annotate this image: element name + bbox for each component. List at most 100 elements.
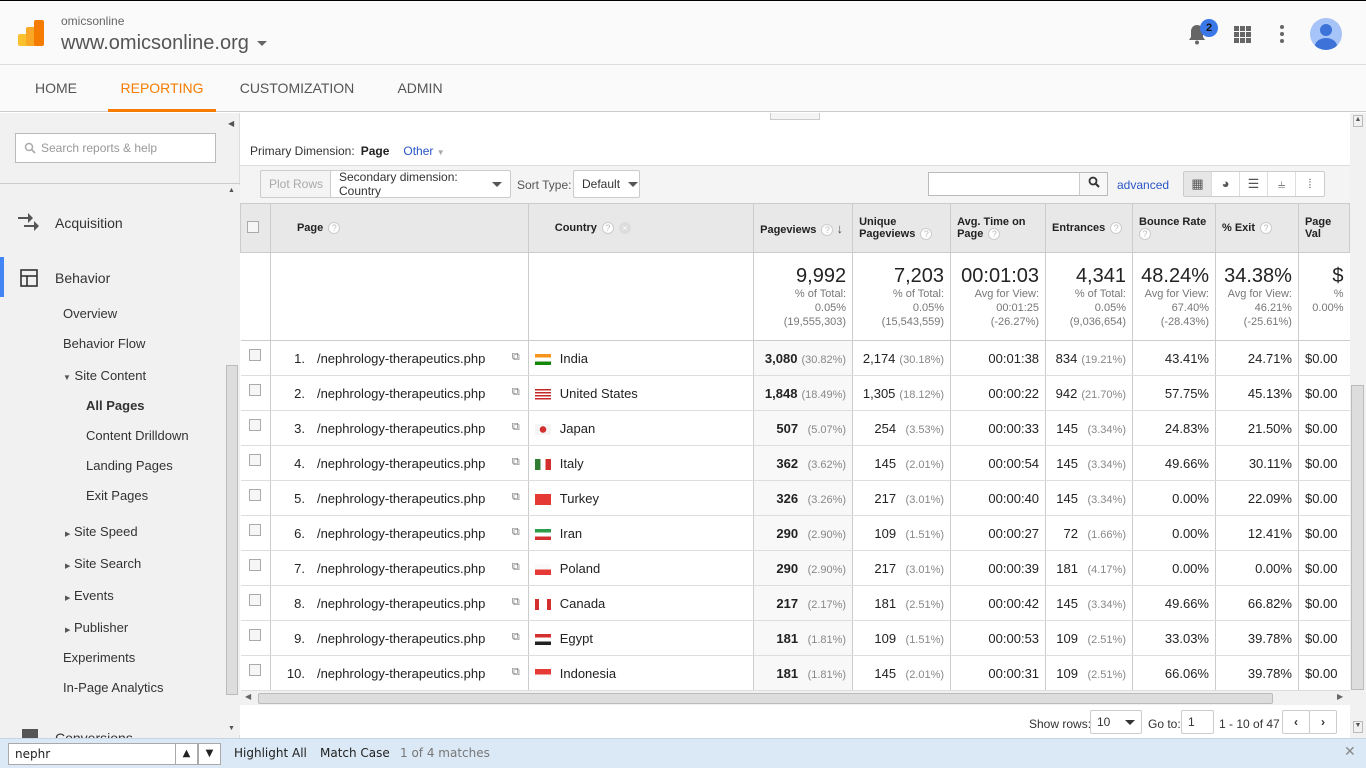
page-link[interactable]: /nephrology-therapeutics.php [317, 421, 485, 436]
row-checkbox-cell[interactable] [240, 445, 271, 481]
open-page-external-icon[interactable]: ⧉ [512, 666, 520, 679]
col-exit[interactable]: % Exit? [1214, 203, 1299, 253]
pivot-view-icon[interactable]: ⦙ [1296, 172, 1324, 196]
page-link[interactable]: /nephrology-therapeutics.php [317, 456, 485, 471]
page-link[interactable]: /nephrology-therapeutics.php [317, 491, 485, 506]
col-page[interactable]: Page? [269, 203, 529, 253]
row-checkbox[interactable] [249, 524, 262, 536]
country-link[interactable]: India [560, 351, 588, 366]
country-link[interactable]: Poland [560, 561, 600, 576]
help-icon[interactable]: ? [328, 222, 341, 234]
tab-admin[interactable]: Admin [385, 65, 455, 112]
property-selector[interactable]: www.omicsonline.org [61, 32, 267, 55]
sidebar-item-content-drilldown[interactable]: Content Drilldown [86, 428, 189, 443]
open-page-external-icon[interactable]: ⧉ [512, 351, 520, 364]
col-page-value[interactable]: Page Val [1297, 203, 1351, 253]
primary-dimension-other[interactable]: Other ▼ [403, 144, 444, 158]
sidebar-item-site-search[interactable]: ▶ Site Search [65, 556, 141, 571]
page-link[interactable]: /nephrology-therapeutics.php [317, 561, 485, 576]
country-link[interactable]: Egypt [560, 631, 593, 646]
row-checkbox-cell[interactable] [240, 655, 271, 691]
col-country[interactable]: Country? × [527, 203, 755, 253]
row-checkbox-cell[interactable] [240, 340, 271, 376]
find-input[interactable]: nephr [8, 743, 176, 765]
help-icon[interactable]: ? [1110, 222, 1123, 234]
sidebar-item-landing-pages[interactable]: Landing Pages [86, 458, 173, 473]
next-page-button[interactable]: › [1309, 710, 1337, 734]
row-checkbox[interactable] [249, 664, 262, 676]
more-vert-icon[interactable] [1280, 25, 1284, 43]
highlight-all-button[interactable]: Highlight All [234, 746, 307, 760]
search-icon[interactable] [1079, 173, 1107, 195]
secondary-dimension-dropdown[interactable]: Secondary dimension: Country [330, 170, 511, 198]
user-avatar[interactable] [1310, 18, 1342, 50]
help-icon[interactable]: ? [1139, 228, 1151, 240]
expand-graph-handle[interactable] [770, 113, 820, 120]
tab-customization[interactable]: Customization [230, 65, 364, 112]
page-link[interactable]: /nephrology-therapeutics.php [317, 386, 485, 401]
select-all-checkbox[interactable] [247, 220, 259, 233]
sidebar-item-publisher[interactable]: ▶ Publisher [65, 620, 128, 635]
goto-input[interactable]: 1 [1181, 710, 1214, 734]
page-link[interactable]: /nephrology-therapeutics.php [317, 596, 485, 611]
open-page-external-icon[interactable]: ⧉ [512, 596, 520, 609]
row-checkbox-cell[interactable] [240, 480, 271, 516]
open-page-external-icon[interactable]: ⧉ [512, 491, 520, 504]
sidebar-item-all-pages[interactable]: All Pages [86, 398, 145, 413]
sidebar-item-exit-pages[interactable]: Exit Pages [86, 488, 148, 503]
sidebar-item-site-content[interactable]: ▼ Site Content [63, 368, 146, 383]
find-previous-button[interactable]: ▲ [175, 743, 198, 765]
row-checkbox[interactable] [249, 384, 262, 396]
sort-type-dropdown[interactable]: Default [573, 170, 640, 198]
page-link[interactable]: /nephrology-therapeutics.php [317, 631, 485, 646]
open-page-external-icon[interactable]: ⧉ [512, 561, 520, 574]
open-page-external-icon[interactable]: ⧉ [512, 386, 520, 399]
open-page-external-icon[interactable]: ⧉ [512, 421, 520, 434]
row-checkbox[interactable] [249, 489, 262, 501]
performance-view-icon[interactable]: ☰ [1240, 172, 1268, 196]
close-find-bar-icon[interactable]: ✕ [1344, 744, 1356, 760]
row-checkbox-cell[interactable] [240, 620, 271, 656]
open-page-external-icon[interactable]: ⧉ [512, 456, 520, 469]
col-entrances[interactable]: Entrances? [1045, 203, 1133, 253]
primary-dimension-page[interactable]: Page [361, 144, 390, 158]
sidebar-scrollbar[interactable]: ▲ ▼ [225, 185, 240, 735]
row-checkbox-cell[interactable] [240, 410, 271, 446]
sidebar-item-behavior[interactable]: Behavior [55, 270, 110, 286]
page-link[interactable]: /nephrology-therapeutics.php [317, 666, 485, 681]
help-icon[interactable]: ? [601, 222, 614, 234]
row-checkbox-cell[interactable] [240, 550, 271, 586]
page-link[interactable]: /nephrology-therapeutics.php [317, 351, 485, 366]
table-view-icon[interactable]: ▦ [1184, 172, 1212, 196]
help-icon[interactable]: ? [920, 228, 933, 240]
country-link[interactable]: Turkey [560, 491, 599, 506]
show-rows-dropdown[interactable]: 10 [1090, 710, 1142, 734]
help-icon[interactable]: ? [821, 223, 834, 236]
col-pageviews[interactable]: Pageviews? ↓ [753, 203, 854, 253]
tab-reporting[interactable]: Reporting [108, 65, 216, 112]
plot-rows-button[interactable]: Plot Rows [260, 170, 333, 198]
sidebar-item-conversions[interactable]: Conversions [55, 730, 133, 738]
tab-home[interactable]: Home [20, 65, 92, 112]
row-checkbox[interactable] [249, 419, 262, 431]
country-link[interactable]: Japan [560, 421, 595, 436]
row-checkbox-cell[interactable] [240, 585, 271, 621]
country-link[interactable]: Italy [560, 456, 584, 471]
page-scrollbar[interactable]: ▲ ▼ [1350, 113, 1366, 738]
sidebar-item-behavior-flow[interactable]: Behavior Flow [63, 336, 145, 351]
select-all-checkbox-cell[interactable] [240, 203, 271, 253]
sidebar-item-site-speed[interactable]: ▶ Site Speed [65, 524, 138, 539]
row-checkbox[interactable] [249, 629, 262, 641]
row-checkbox[interactable] [249, 349, 262, 361]
advanced-filter-link[interactable]: advanced [1117, 178, 1169, 192]
sidebar-item-acquisition[interactable]: Acquisition [55, 215, 123, 231]
open-page-external-icon[interactable]: ⧉ [512, 631, 520, 644]
country-link[interactable]: United States [560, 386, 638, 401]
sidebar-search-input[interactable]: Search reports & help [15, 133, 216, 163]
sidebar-item-experiments[interactable]: Experiments [63, 650, 135, 665]
prev-page-button[interactable]: ‹ [1282, 710, 1310, 734]
row-checkbox[interactable] [249, 594, 262, 606]
row-checkbox-cell[interactable] [240, 375, 271, 411]
help-icon[interactable]: ? [988, 228, 1001, 240]
row-checkbox[interactable] [249, 454, 262, 466]
